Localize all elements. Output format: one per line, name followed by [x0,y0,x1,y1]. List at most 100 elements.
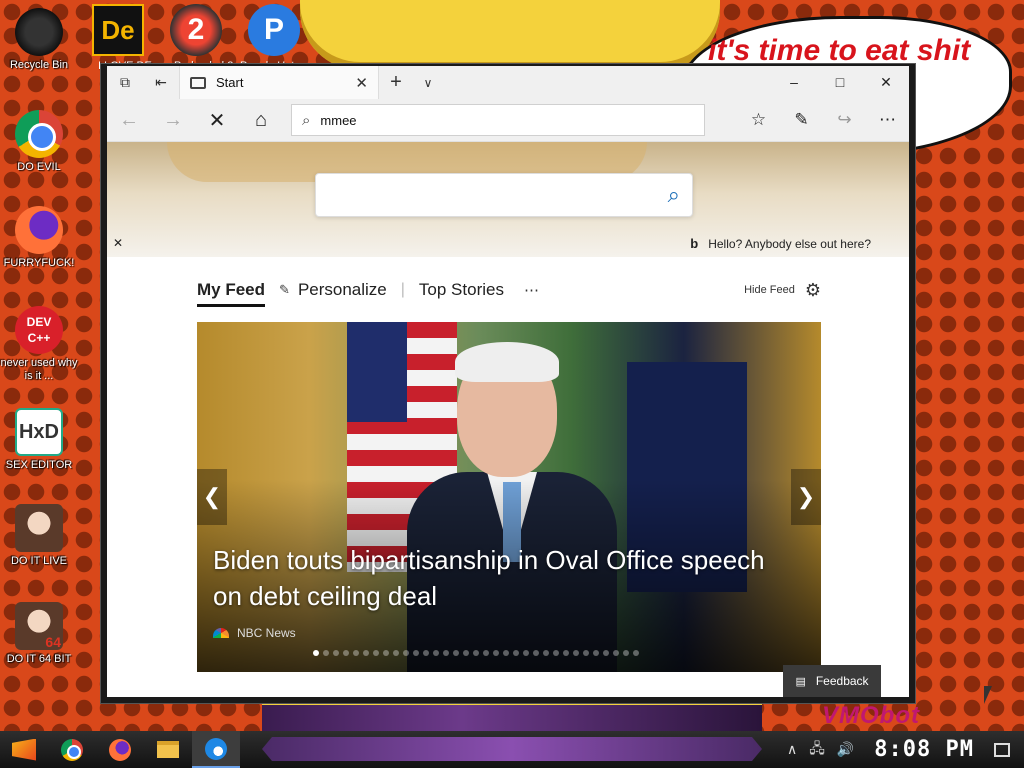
feed-more-button[interactable]: ⋯ [524,281,539,299]
carousel-dot[interactable] [523,650,529,656]
volume-icon[interactable]: 🔊 [837,741,854,758]
p-icon[interactable]: P [248,4,300,56]
de-icon[interactable]: De [92,4,144,56]
close-tab-icon[interactable]: ✕ [355,74,368,92]
taskbar-firefox[interactable] [96,731,144,768]
carousel-dot[interactable] [363,650,369,656]
carousel-dot[interactable] [583,650,589,656]
carousel-dot[interactable] [603,650,609,656]
desktop-icon-hxd[interactable]: HxD SEX EDITOR [0,408,78,472]
hxd-icon: HxD [15,408,63,456]
clock[interactable]: 8:08 PM [874,737,974,762]
search-icon[interactable]: ⌕ [668,182,680,208]
carousel-dot[interactable] [493,650,499,656]
desktop-icon-chrome[interactable]: DO EVIL [0,110,78,174]
home-button[interactable]: ⌂ [239,99,283,142]
desktop-icon-firefox[interactable]: FURRYFUCK! [0,206,78,270]
carousel-dot[interactable] [393,650,399,656]
news-source-label: NBC News [237,626,296,640]
bing-prompt-text: Hello? Anybody else out here? [708,236,871,251]
share-button[interactable]: ↪ [823,110,866,130]
carousel-dot[interactable] [433,650,439,656]
carousel-dot[interactable] [553,650,559,656]
carousel-dot[interactable] [463,650,469,656]
carousel-next-button[interactable]: ❯ [791,469,821,525]
tabs-aside-button[interactable]: ⇤ [143,66,179,99]
start-icon [12,738,36,761]
taskbar-chrome[interactable] [48,731,96,768]
taskbar-file-explorer[interactable] [144,731,192,768]
chrome-icon [15,110,63,158]
carousel-dot[interactable] [623,650,629,656]
carousel-dot[interactable] [483,650,489,656]
carousel-dot[interactable] [333,650,339,656]
minimize-button[interactable]: – [771,74,817,91]
tab-personalize[interactable]: Personalize [298,280,387,300]
web-note-button[interactable]: ✎ [780,110,823,130]
news-source: NBC News [213,626,296,640]
carousel-dot[interactable] [633,650,639,656]
address-value: mmee [320,112,357,128]
favorites-button[interactable]: ☆ [737,110,780,130]
carousel-dot[interactable] [573,650,579,656]
desktop-icon-label: SEX EDITOR [5,459,73,471]
close-window-button[interactable]: ✕ [863,74,909,91]
carousel-dot[interactable] [383,650,389,656]
tab-start[interactable]: Start ✕ [179,66,379,99]
carousel-dot[interactable] [503,650,509,656]
carousel-dot[interactable] [423,650,429,656]
carousel-dot[interactable] [443,650,449,656]
new-tab-button[interactable]: + [379,71,413,94]
close-hero-button[interactable]: ✕ [113,236,123,250]
tray-chevron-icon[interactable]: ∧ [787,741,797,758]
carousel-dot[interactable] [473,650,479,656]
carousel-dot[interactable] [373,650,379,656]
news-carousel[interactable]: ❮ ❯ Biden touts bipartisanship in Oval O… [197,322,821,672]
carousel-dots[interactable] [313,650,643,656]
q2-icon[interactable]: 2 [170,4,222,56]
taskbar-edge[interactable] [192,731,240,768]
maximize-button[interactable]: □ [817,74,863,91]
firefox-icon [109,738,131,761]
more-button[interactable]: ⋯ [866,110,909,130]
gear-icon[interactable]: ⚙ [805,280,821,301]
desktop-icon-do-it-64[interactable]: 64 DO IT 64 BIT [0,602,78,666]
carousel-dot[interactable] [533,650,539,656]
carousel-dot[interactable] [593,650,599,656]
carousel-dot[interactable] [543,650,549,656]
carousel-dot[interactable] [403,650,409,656]
carousel-dot[interactable] [343,650,349,656]
carousel-dot[interactable] [413,650,419,656]
carousel-dot[interactable] [563,650,569,656]
stop-button[interactable]: ✕ [195,99,239,142]
carousel-dot[interactable] [453,650,459,656]
address-bar[interactable]: ⌕ mmee [291,104,705,136]
tab-page-icon [190,76,206,89]
desktop-icon-recycle-bin[interactable]: Recycle Bin [0,8,78,72]
tab-preview-chevron-icon[interactable]: ∨ [413,76,443,90]
carousel-prev-button[interactable]: ❮ [197,469,227,525]
tab-top-stories[interactable]: Top Stories [419,280,504,300]
tab-my-feed[interactable]: My Feed [197,280,266,307]
network-icon[interactable]: 🖧 [809,738,825,762]
start-button[interactable] [0,731,48,768]
firefox-icon [15,206,63,254]
bing-prompt[interactable]: b Hello? Anybody else out here? [690,236,871,251]
notifications-icon[interactable] [994,742,1010,757]
carousel-dot[interactable] [613,650,619,656]
desktop-icon-do-it-live[interactable]: DO IT LIVE [0,504,78,568]
news-headline[interactable]: Biden touts bipartisanship in Oval Offic… [213,542,773,614]
tab-manager-button[interactable]: ⧉ [107,66,143,99]
feedback-button[interactable]: ▤ Feedback [783,665,881,697]
desktop-icon-label: Recycle Bin [9,59,69,71]
carousel-dot[interactable] [323,650,329,656]
hide-feed-button[interactable]: Hide Feed ⚙ [744,280,821,301]
carousel-dot[interactable] [313,650,319,656]
carousel-dot[interactable] [513,650,519,656]
desktop-icon-label: FURRYFUCK! [3,257,75,269]
forward-button[interactable]: → [151,99,195,142]
desktop-icon-devcpp[interactable]: DEV C++ never used why is it ... [0,306,78,383]
back-button[interactable]: ← [107,99,151,142]
bing-search-input[interactable]: ⌕ [315,173,693,217]
carousel-dot[interactable] [353,650,359,656]
